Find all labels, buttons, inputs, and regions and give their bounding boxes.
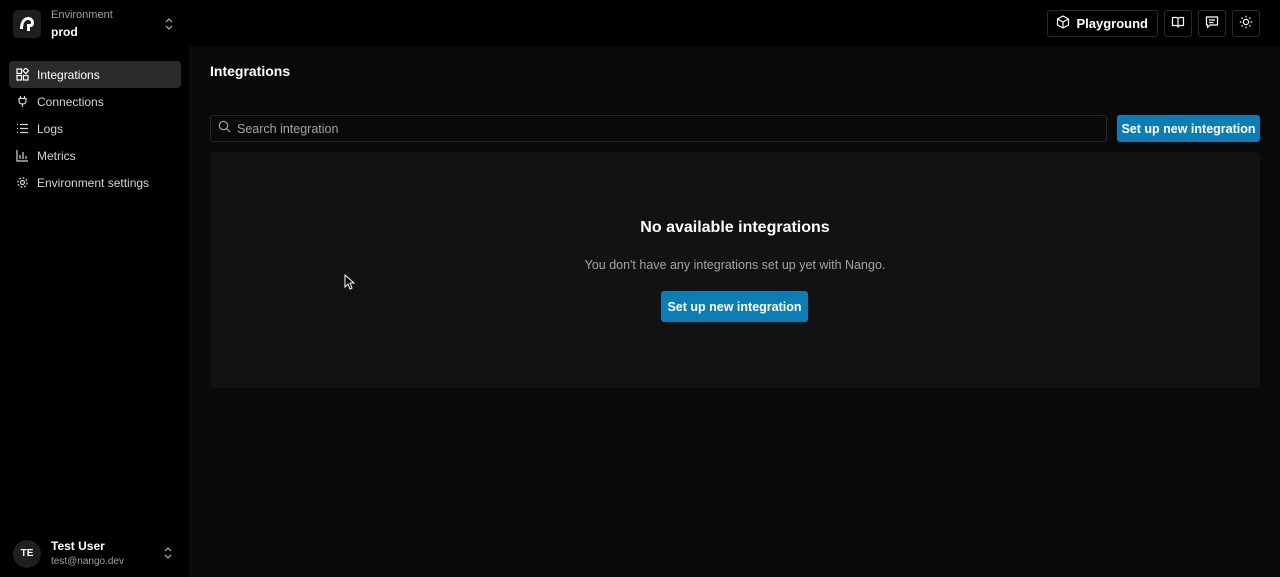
- chevron-up-down-icon: [163, 16, 175, 32]
- sidebar-nav: Integrations Connections Logs Metrics En…: [9, 61, 181, 196]
- page-title: Integrations: [210, 63, 291, 79]
- nango-logo-icon: [13, 10, 41, 38]
- environment-label: Environment: [51, 8, 113, 21]
- theme-toggle-button[interactable]: [1232, 10, 1260, 37]
- user-menu[interactable]: TE Test User test@nango.dev: [0, 530, 189, 577]
- sidebar-item-environment-settings[interactable]: Environment settings: [9, 169, 181, 196]
- sidebar-item-label: Logs: [37, 121, 64, 136]
- sidebar-item-label: Connections: [37, 94, 104, 109]
- sidebar-item-label: Integrations: [37, 67, 100, 82]
- search-icon: [218, 120, 231, 138]
- gear-icon: [15, 176, 29, 190]
- search-input[interactable]: [237, 121, 1097, 136]
- playground-button[interactable]: Playground: [1047, 10, 1158, 37]
- user-name: Test User: [51, 538, 105, 553]
- feedback-button[interactable]: [1198, 10, 1226, 37]
- user-email: test@nango.dev: [51, 555, 124, 567]
- set-up-new-integration-button[interactable]: Set up new integration: [1117, 115, 1260, 142]
- plug-icon: [15, 95, 29, 109]
- empty-state-title: No available integrations: [640, 219, 830, 236]
- cube-icon: [1056, 15, 1070, 32]
- sun-icon: [1239, 15, 1253, 32]
- top-bar: Environment prod Playground: [0, 0, 1280, 46]
- sidebar-item-metrics[interactable]: Metrics: [9, 142, 181, 169]
- environment-switcher[interactable]: Environment prod: [13, 9, 183, 39]
- sidebar-item-label: Environment settings: [37, 175, 150, 190]
- chevron-up-down-icon: [162, 545, 174, 566]
- empty-state-description: You don't have any integrations set up y…: [584, 258, 886, 272]
- empty-state: No available integrations You don't have…: [210, 152, 1260, 388]
- integrations-icon: [15, 68, 29, 82]
- sidebar-item-logs[interactable]: Logs: [9, 115, 181, 142]
- sidebar-item-connections[interactable]: Connections: [9, 88, 181, 115]
- playground-label: Playground: [1076, 16, 1148, 31]
- mouse-cursor-icon: [344, 273, 356, 295]
- environment-value: prod: [51, 24, 78, 39]
- avatar: TE: [13, 539, 41, 568]
- sidebar-item-label: Metrics: [37, 148, 76, 163]
- main-content: Integrations Set up new integration No a…: [189, 46, 1280, 577]
- book-icon: [1171, 15, 1185, 32]
- empty-state-set-up-button[interactable]: Set up new integration: [661, 291, 808, 322]
- bar-chart-icon: [15, 149, 29, 163]
- sidebar: Integrations Connections Logs Metrics En…: [0, 46, 189, 577]
- search-bar[interactable]: [210, 115, 1107, 142]
- docs-button[interactable]: [1164, 10, 1192, 37]
- list-icon: [15, 122, 29, 136]
- sidebar-item-integrations[interactable]: Integrations: [9, 61, 181, 88]
- message-icon: [1205, 15, 1219, 32]
